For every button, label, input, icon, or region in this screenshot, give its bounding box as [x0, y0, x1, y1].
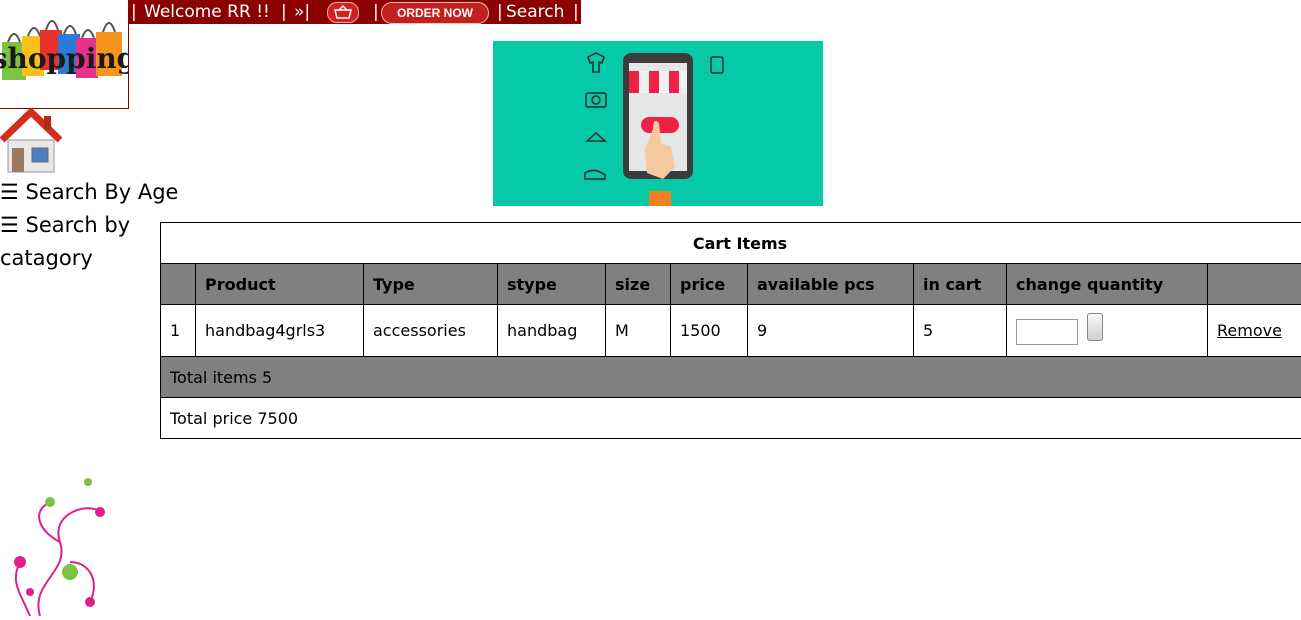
search-by-age-link[interactable]: ☰ Search By Age [0, 176, 190, 209]
nav-separator: | [373, 0, 379, 24]
cell-price: 1500 [671, 305, 748, 357]
shopping-logo[interactable]: shopping [0, 0, 129, 109]
nav-separator: | [497, 0, 503, 24]
column-header-product: Product [196, 264, 364, 305]
nav-separator: | [131, 0, 137, 24]
cart-table: Cart Items Product Type stype size price… [160, 222, 1301, 439]
cell-type: accessories [364, 305, 498, 357]
quantity-input[interactable] [1016, 319, 1078, 345]
column-header-price: price [671, 264, 748, 305]
nav-separator: | [281, 0, 287, 24]
cell-change-quantity [1007, 305, 1208, 357]
next-link[interactable]: »| [294, 0, 310, 24]
cell-available: 9 [748, 305, 914, 357]
floral-decoration [0, 462, 120, 616]
cart-header-row: Product Type stype size price available … [161, 264, 1301, 305]
total-items-row: Total items 5 [161, 357, 1301, 398]
cell-remove: Remove [1208, 305, 1301, 357]
order-now-button[interactable]: ORDER NOW [381, 2, 489, 24]
column-header-change-quantity: change quantity [1007, 264, 1208, 305]
floral-swirl-decoration-icon [0, 462, 120, 616]
cell-stype: handbag [498, 305, 606, 357]
column-header-index [161, 264, 196, 305]
cell-size: M [606, 305, 671, 357]
column-header-available: available pcs [748, 264, 914, 305]
cell-product: handbag4grls3 [196, 305, 364, 357]
cart-button[interactable] [327, 2, 359, 23]
column-header-size: size [606, 264, 671, 305]
welcome-link[interactable]: Welcome RR !! [144, 0, 270, 24]
nav-separator: | [573, 0, 579, 24]
column-header-stype: stype [498, 264, 606, 305]
cell-in-cart: 5 [914, 305, 1007, 357]
total-price-row: Total price 7500 [161, 398, 1301, 439]
column-header-in-cart: in cart [914, 264, 1007, 305]
shop-banner [493, 41, 823, 206]
home-button[interactable] [0, 108, 62, 174]
remove-link[interactable]: Remove [1217, 321, 1282, 340]
total-items: Total items 5 [161, 357, 1301, 398]
quantity-submit-button[interactable] [1087, 313, 1103, 341]
column-header-type: Type [364, 264, 498, 305]
shopping-bags-logo-icon: shopping [0, 0, 128, 108]
total-price: Total price 7500 [161, 398, 1301, 439]
column-header-action [1208, 264, 1301, 305]
basket-icon [328, 3, 358, 22]
mobile-shop-illustration-icon [493, 41, 823, 206]
table-row: 1 handbag4grls3 accessories handbag M 15… [161, 305, 1301, 357]
cell-index: 1 [161, 305, 196, 357]
cart-caption: Cart Items [161, 223, 1301, 264]
top-nav-bar: | Welcome RR !! | »| | ORDER NOW | Searc… [129, 0, 581, 24]
search-link[interactable]: Search [506, 0, 564, 24]
house-icon [0, 108, 62, 174]
svg-text:shopping: shopping [0, 42, 128, 75]
